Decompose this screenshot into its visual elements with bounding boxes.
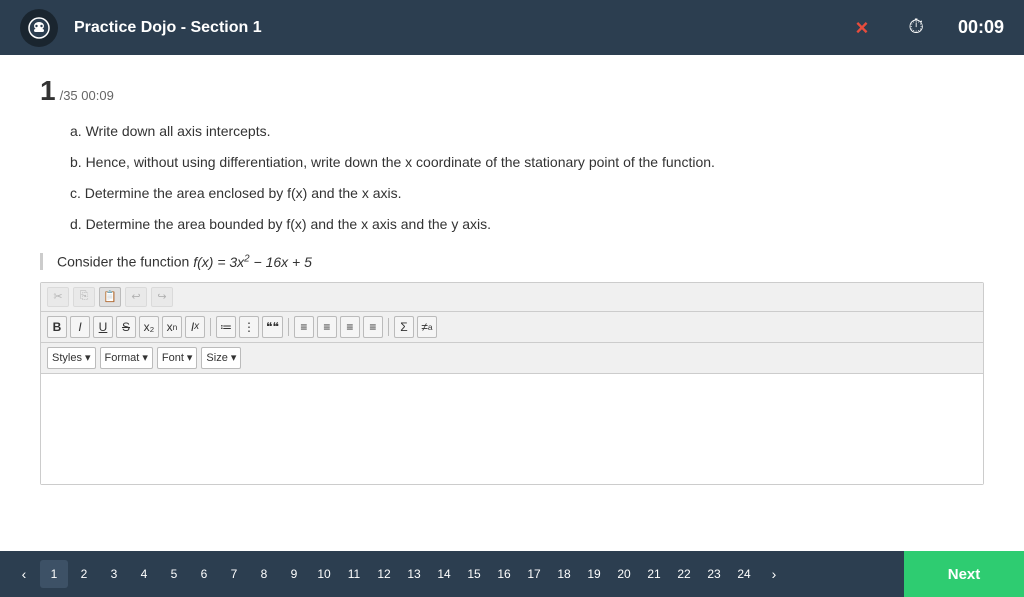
editor-body[interactable] [41,374,983,484]
size-dropdown[interactable]: Size ▾ [201,347,241,369]
page-21-button[interactable]: 21 [640,560,668,588]
superscript-button[interactable]: xn [162,316,182,338]
size-dropdown-arrow: ▾ [231,351,237,364]
insert-ordered-list-button[interactable]: ≔ [216,316,236,338]
toolbar-separator-1 [210,318,211,336]
editor-toolbar-top: ✂ ⎘ 📋 ↩ ↪ [41,283,983,312]
toolbar-separator-2 [288,318,289,336]
page-17-button[interactable]: 17 [520,560,548,588]
ninja-icon [27,16,51,40]
format-dropdown-label: Format [105,352,140,364]
blockquote-button[interactable]: ❝❝ [262,316,283,338]
align-left-button[interactable]: ≡ [294,316,314,338]
font-dropdown-arrow: ▾ [187,351,193,364]
page-22-button[interactable]: 22 [670,560,698,588]
format-dropdown[interactable]: Format ▾ [100,347,153,369]
next-button[interactable]: Next [904,551,1024,597]
clear-format-button[interactable]: Ix [185,316,205,338]
cut-icon[interactable]: ✂ [47,287,69,307]
page-7-button[interactable]: 7 [220,560,248,588]
font-dropdown-label: Font [162,352,184,364]
timer-display: 00:09 [944,17,1004,38]
page-16-button[interactable]: 16 [490,560,518,588]
main-content: 1 /35 00:09 a. Write down all axis inter… [0,55,1024,551]
page-14-button[interactable]: 14 [430,560,458,588]
page-23-button[interactable]: 23 [700,560,728,588]
question-meta: /35 00:09 [60,88,114,103]
undo-icon[interactable]: ↩ [125,287,147,307]
pagination-area: ‹ 1 2 3 4 5 6 7 8 9 10 11 12 13 14 15 16… [0,560,904,588]
bold-button[interactable]: B [47,316,67,338]
question-header: 1 /35 00:09 [40,75,984,107]
align-right-button[interactable]: ≡ [340,316,360,338]
styles-dropdown-arrow: ▾ [85,351,91,364]
toolbar-separator-3 [388,318,389,336]
page-15-button[interactable]: 15 [460,560,488,588]
rich-text-editor: ✂ ⎘ 📋 ↩ ↪ B I U S x₂ xn Ix ≔ ⋮ ❝❝ ≡ ≡ ≡ … [40,282,984,485]
function-context: Consider the function f(x) = 3x2 − 16x +… [40,253,984,270]
page-11-button[interactable]: 11 [340,560,368,588]
reset-timer-icon[interactable]: ⏱ [908,16,924,39]
styles-dropdown-label: Styles [52,352,82,364]
page-4-button[interactable]: 4 [130,560,158,588]
question-part-c: c. Determine the area enclosed by f(x) a… [70,183,984,204]
prev-page-button[interactable]: ‹ [10,560,38,588]
styles-dropdown[interactable]: Styles ▾ [47,347,96,369]
font-dropdown[interactable]: Font ▾ [157,347,198,369]
page-20-button[interactable]: 20 [610,560,638,588]
question-part-d: d. Determine the area bounded by f(x) an… [70,214,984,235]
page-5-button[interactable]: 5 [160,560,188,588]
page-13-button[interactable]: 13 [400,560,428,588]
insert-unordered-list-button[interactable]: ⋮ [239,316,259,338]
question-part-a: a. Write down all axis intercepts. [70,121,984,142]
app-logo [20,9,58,47]
page-19-button[interactable]: 19 [580,560,608,588]
editor-toolbar-main: B I U S x₂ xn Ix ≔ ⋮ ❝❝ ≡ ≡ ≡ ≡ Σ ≠a [41,312,983,343]
question-number: 1 [40,75,56,107]
editor-toolbar-dropdowns: Styles ▾ Format ▾ Font ▾ Size ▾ [41,343,983,374]
close-icon[interactable]: × [856,15,869,41]
strikethrough-button[interactable]: S [116,316,136,338]
align-center-button[interactable]: ≡ [317,316,337,338]
page-title: Practice Dojo - Section 1 [74,19,856,37]
page-18-button[interactable]: 18 [550,560,578,588]
app-header: Practice Dojo - Section 1 × ⏱ 00:09 [0,0,1024,55]
copy-icon[interactable]: ⎘ [73,287,95,307]
page-3-button[interactable]: 3 [100,560,128,588]
page-2-button[interactable]: 2 [70,560,98,588]
italic-button[interactable]: I [70,316,90,338]
page-24-button[interactable]: 24 [730,560,758,588]
redo-icon[interactable]: ↪ [151,287,173,307]
insert-math-button[interactable]: ≠a [417,316,437,338]
paste-icon[interactable]: 📋 [99,287,121,307]
page-9-button[interactable]: 9 [280,560,308,588]
page-10-button[interactable]: 10 [310,560,338,588]
page-6-button[interactable]: 6 [190,560,218,588]
page-12-button[interactable]: 12 [370,560,398,588]
insert-special-char-button[interactable]: Σ [394,316,414,338]
footer: ‹ 1 2 3 4 5 6 7 8 9 10 11 12 13 14 15 16… [0,551,1024,597]
format-dropdown-arrow: ▾ [142,351,148,364]
question-parts: a. Write down all axis intercepts. b. He… [70,121,984,235]
page-1-button[interactable]: 1 [40,560,68,588]
size-dropdown-label: Size [206,352,227,364]
page-8-button[interactable]: 8 [250,560,278,588]
question-part-b: b. Hence, without using differentiation,… [70,152,984,173]
align-justify-button[interactable]: ≡ [363,316,383,338]
underline-button[interactable]: U [93,316,113,338]
next-page-button[interactable]: › [760,560,788,588]
subscript-button[interactable]: x₂ [139,316,159,338]
